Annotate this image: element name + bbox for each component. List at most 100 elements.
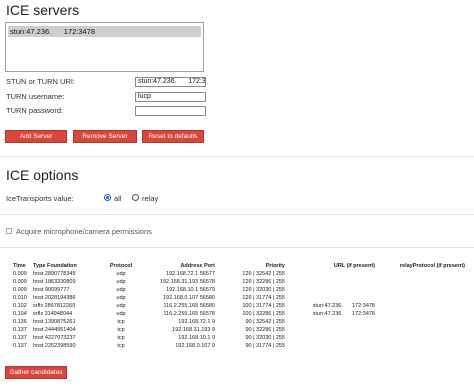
ice-options-heading: ICE options	[6, 167, 79, 183]
col-header-url: URL (if present)	[333, 262, 375, 269]
page: ICE servers stun:47.236. 172:3478 STUN o…	[0, 0, 474, 389]
password-input[interactable]	[135, 106, 206, 116]
table-row: 0.136 host 1390875261 tcp 192.168.72.1 9 90 …	[13, 318, 465, 326]
url-input[interactable]: stun:47.236. 172:3478	[135, 77, 206, 87]
url-label: STUN or TURN URI:	[6, 77, 76, 86]
cell-priority: 126 | 31774 | 255	[242, 295, 285, 301]
cell-relay-protocol	[375, 286, 465, 294]
col-header-priority: Priority	[265, 262, 285, 269]
cell-url	[285, 334, 375, 342]
cell-protocol: tcp	[117, 335, 125, 341]
radio-relay[interactable]	[132, 194, 139, 201]
cell-time: 0.102	[13, 303, 27, 309]
cell-type-foundation: host 2252398590	[33, 343, 76, 349]
cell-url	[285, 318, 375, 326]
cell-priority: 90 | 32542 | 255	[245, 319, 285, 325]
cell-time: 0.137	[13, 327, 27, 333]
cell-relay-protocol	[375, 278, 465, 286]
cell-priority: 90 | 31774 | 255	[245, 343, 285, 349]
cell-type-foundation: host 1390875261	[33, 319, 76, 325]
cell-address-port: 192.168.31.193 56578	[159, 279, 215, 285]
cell-url	[285, 294, 375, 302]
cell-priority: 126 | 32542 | 255	[242, 271, 285, 277]
cell-relay-protocol	[375, 326, 465, 334]
table-row: 0.009 host 90099777 udp 192.168.10.1 56579 1…	[13, 286, 465, 294]
cell-time: 0.010	[13, 295, 27, 301]
cell-protocol: udp	[116, 271, 126, 277]
table-row: 0.010 host 2028194386 udp 192.168.0.107 565…	[13, 294, 465, 302]
cell-address-port: 192.168.72.1 56577	[166, 271, 215, 277]
col-header-type-foundation: Type Foundation	[33, 262, 77, 269]
candidates-table: Time Type Foundation Protocol Address Po…	[13, 261, 465, 350]
cell-relay-protocol	[375, 342, 465, 350]
cell-time: 0.137	[13, 335, 27, 341]
cell-type-foundation: srflx 314948044	[33, 311, 73, 317]
server-list-item[interactable]: stun:47.236. 172:3478	[8, 26, 201, 37]
divider	[0, 156, 474, 157]
transports-label: IceTransports value:	[6, 194, 74, 203]
table-row: 0.137 host 4227073237 tcp 192.168.10.1 9 90 …	[13, 334, 465, 342]
server-list[interactable]: stun:47.236. 172:3478	[5, 22, 204, 72]
cell-url	[285, 270, 375, 278]
cell-type-foundation: host 1863330809	[33, 279, 76, 285]
cell-protocol: tcp	[117, 319, 125, 325]
cell-priority: 90 | 32030 | 255	[245, 335, 285, 341]
cell-time: 0.009	[13, 271, 27, 277]
cell-time: 0.137	[13, 343, 27, 349]
col-header-time: Time	[13, 262, 26, 269]
cell-url: stun:47.236. 172:3478	[312, 303, 375, 309]
table-row: 0.137 host 2444951404 tcp 192.168.31.193 9 9…	[13, 326, 465, 334]
cell-url	[285, 278, 375, 286]
cell-priority: 100 | 31774 | 255	[242, 303, 285, 309]
cell-url	[285, 342, 375, 350]
cell-address-port: 192.168.0.107 56580	[163, 295, 215, 301]
radio-all[interactable]	[104, 194, 111, 201]
cell-address-port: 192.168.72.1 9	[178, 319, 215, 325]
cell-time: 0.136	[13, 319, 27, 325]
add-server-button[interactable]: Add Server	[5, 130, 67, 143]
col-header-address-port: Address Port	[180, 262, 215, 269]
cell-priority: 90 | 32286 | 255	[245, 327, 285, 333]
table-row: 0.009 host 2890778345 udp 192.168.72.1 5657…	[13, 270, 465, 278]
table-row: 0.009 host 1863330809 udp 192.168.31.193 56…	[13, 278, 465, 286]
username-label: TURN username:	[6, 92, 65, 101]
remove-server-button[interactable]: Remove Server	[73, 130, 137, 143]
col-header-protocol: Protocol	[109, 262, 133, 269]
cell-address-port: 192.168.31.193 9	[172, 327, 215, 333]
cell-relay-protocol	[375, 310, 465, 318]
cell-protocol: udp	[116, 303, 126, 309]
radio-all-label: all	[114, 194, 122, 203]
cell-type-foundation: host 2444951404	[33, 327, 76, 333]
cell-address-port: 192.168.10.1 9	[178, 335, 215, 341]
acquire-permissions-checkbox[interactable]	[6, 228, 12, 234]
cell-type-foundation: host 2028194386	[33, 295, 76, 301]
cell-time: 0.104	[13, 311, 27, 317]
cell-protocol: udp	[116, 287, 126, 293]
cell-protocol: udp	[116, 295, 126, 301]
cell-priority: 100 | 32286 | 255	[242, 311, 285, 317]
table-header-row: Time Type Foundation Protocol Address Po…	[13, 261, 465, 270]
cell-type-foundation: host 2890778345	[33, 271, 76, 277]
cell-type-foundation: host 90099777	[33, 287, 70, 293]
cell-priority: 126 | 32286 | 255	[242, 279, 285, 285]
cell-time: 0.009	[13, 287, 27, 293]
cell-address-port: 192.168.10.1 56579	[166, 287, 215, 293]
cell-protocol: tcp	[117, 327, 125, 333]
col-header-relay-protocol: relayProtocol (if present)	[399, 262, 465, 269]
cell-url	[285, 286, 375, 294]
gather-candidates-button[interactable]: Gather candidates	[5, 366, 67, 379]
reset-defaults-button[interactable]: Reset to defaults	[142, 130, 204, 143]
table-row: 0.102 srflx 2867812269 udp 116.2.255.165 56…	[13, 302, 465, 310]
divider	[0, 214, 474, 215]
cell-address-port: 192.168.0.107 9	[175, 343, 215, 349]
cell-relay-protocol	[375, 302, 465, 310]
cell-priority: 126 | 32030 | 255	[242, 287, 285, 293]
cell-address-port: 116.2.255.165 56578	[163, 311, 215, 317]
cell-relay-protocol	[375, 270, 465, 278]
table-row: 0.104 srflx 314948044 udp 116.2.255.165 565…	[13, 310, 465, 318]
username-input[interactable]: lucp	[135, 92, 206, 102]
ice-servers-heading: ICE servers	[6, 2, 80, 18]
table-row: 0.137 host 2252398590 tcp 192.168.0.107 9 90…	[13, 342, 465, 350]
cell-relay-protocol	[375, 294, 465, 302]
cell-address-port: 116.2.255.165 56580	[163, 303, 215, 309]
